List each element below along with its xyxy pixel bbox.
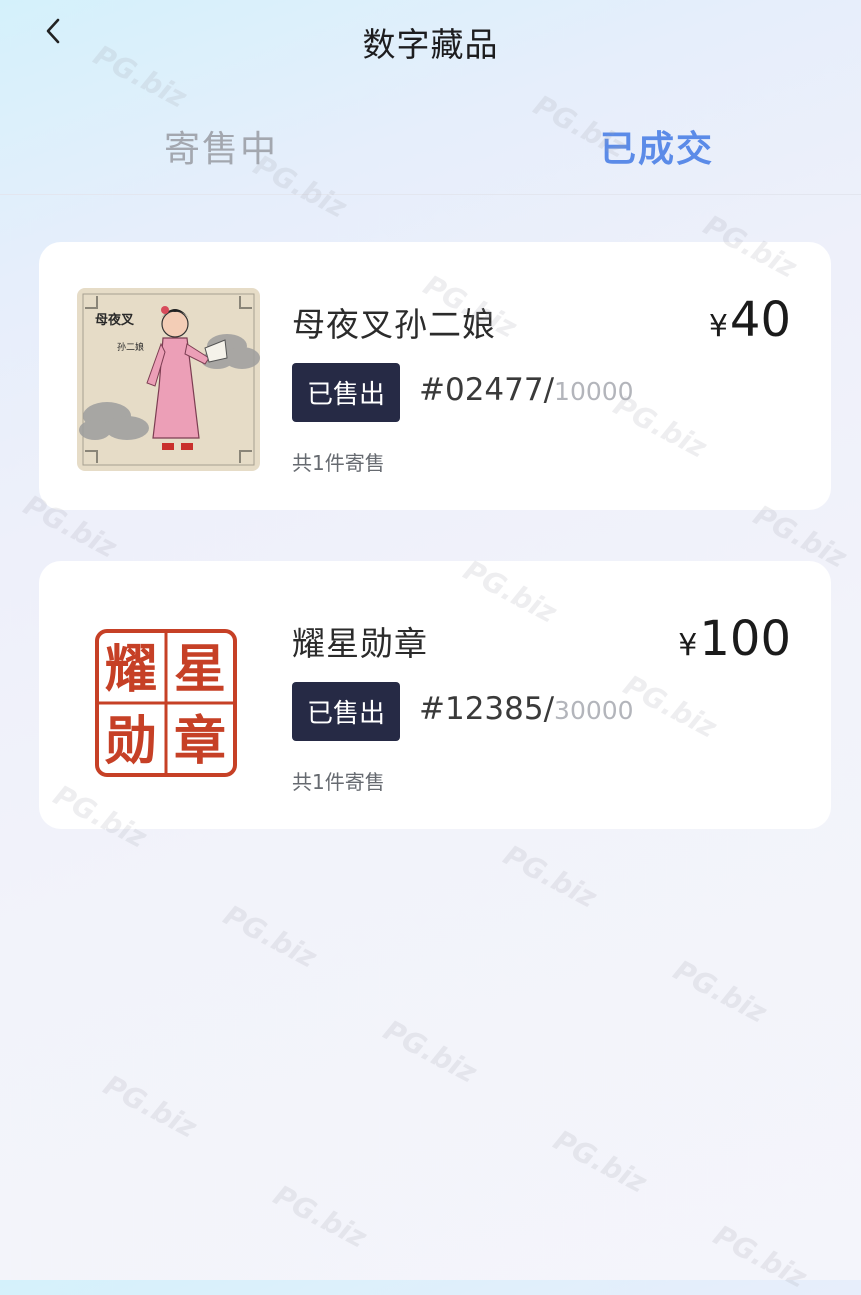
item-price: ¥40	[709, 292, 791, 348]
item-name: 母夜叉孙二娘	[292, 305, 496, 344]
collection-card[interactable]: 耀 星 勋 章 耀星勋章 ¥100 已售出 #12385/30000 共1件寄售	[39, 561, 831, 829]
watermark: PG.biz	[268, 1178, 372, 1255]
page-title: 数字藏品	[362, 25, 499, 64]
item-price: ¥100	[678, 611, 791, 667]
item-image: 母夜叉 孙二娘	[77, 288, 260, 471]
status-badge: 已售出	[292, 363, 400, 422]
watermark: PG.biz	[218, 898, 322, 975]
header: 数字藏品	[0, 0, 861, 84]
seal-char-2: 星	[174, 639, 226, 700]
serial-total: 10000	[554, 377, 634, 406]
watermark: PG.biz	[98, 1068, 202, 1145]
watermark: PG.biz	[548, 1123, 652, 1200]
currency-symbol: ¥	[678, 628, 698, 663]
serial-total: 30000	[554, 696, 634, 725]
item-name: 耀星勋章	[292, 624, 428, 663]
tab-on-sale[interactable]: 寄售中	[164, 120, 278, 172]
watermark: PG.biz	[498, 838, 602, 915]
watermark: PG.biz	[708, 1218, 812, 1295]
watermark: PG.biz	[668, 953, 772, 1030]
image-text-1: 母夜叉	[95, 312, 135, 328]
currency-symbol: ¥	[708, 309, 728, 344]
serial-id: #12385/	[419, 691, 555, 727]
serial-number: #12385/30000	[419, 691, 634, 727]
item-image: 耀 星 勋 章	[77, 607, 260, 790]
status-badge: 已售出	[292, 682, 400, 741]
collection-card[interactable]: 母夜叉 孙二娘 母夜叉孙二娘 ¥40 已售出 #02477/10000 共1件寄…	[39, 242, 831, 510]
consign-count: 共1件寄售	[292, 770, 385, 794]
serial-id: #02477/	[419, 372, 555, 408]
price-amount: 100	[699, 611, 791, 667]
seal-char-3: 勋	[105, 711, 157, 772]
watermark: PG.biz	[378, 1013, 482, 1090]
image-text-2: 孙二娘	[117, 341, 144, 353]
seal-char-4: 章	[174, 711, 226, 772]
tab-bar: 寄售中 已成交	[0, 110, 861, 195]
consign-count: 共1件寄售	[292, 451, 385, 475]
seal-char-1: 耀	[105, 639, 157, 700]
price-amount: 40	[729, 292, 791, 348]
serial-number: #02477/10000	[419, 372, 634, 408]
tab-completed[interactable]: 已成交	[600, 120, 714, 172]
